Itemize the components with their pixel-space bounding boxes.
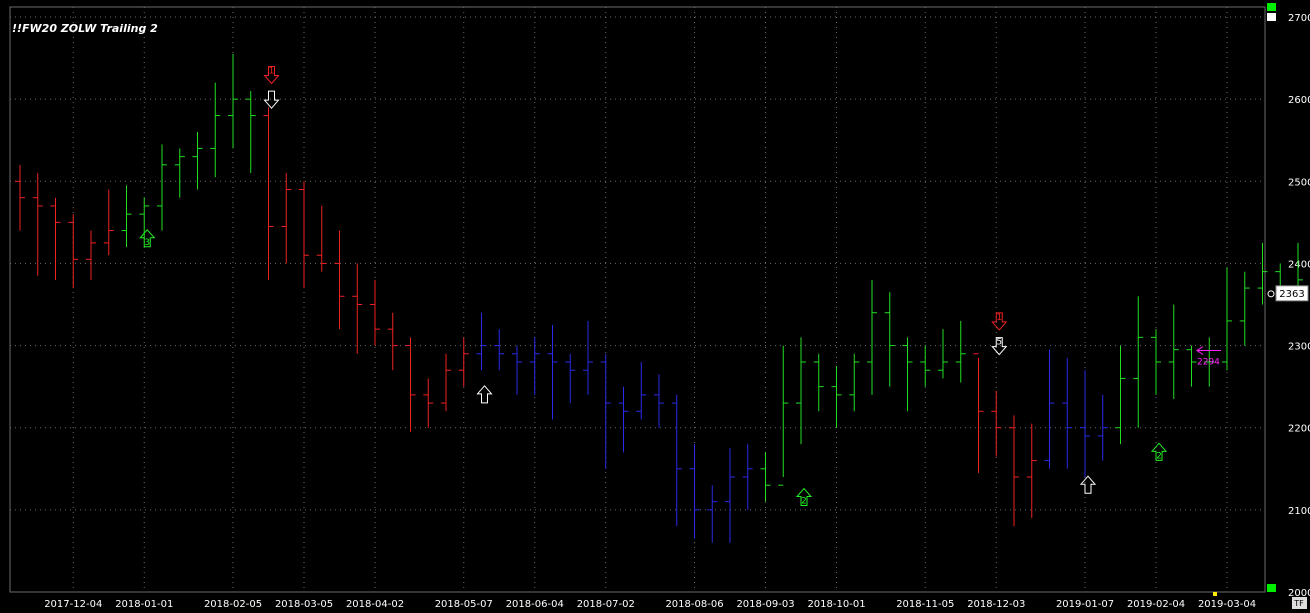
x-tick-label: 2018-12-03 <box>967 599 1025 610</box>
price-chart: 200021002200230024002500260027002017-12-… <box>9 3 1310 610</box>
signal-arrow-up <box>476 385 493 404</box>
signal-label: 3 <box>144 238 150 248</box>
trail-level-label: 2294 <box>1197 358 1220 368</box>
signal-label: 5 <box>996 338 1002 348</box>
signal-arrow-up <box>1079 475 1097 494</box>
chart-title: !!FW20 ZOLW Trailing 2 <box>12 22 158 35</box>
x-tick-label: 2018-01-01 <box>115 599 173 610</box>
signal-label: 1 <box>996 313 1002 323</box>
timeframe-label: TF <box>1293 599 1304 608</box>
current-bar-marker <box>1213 592 1217 596</box>
y-tick-label: 2200 <box>1288 424 1310 435</box>
x-tick-label: 2018-11-05 <box>896 599 954 610</box>
x-tick-label: 2018-10-01 <box>807 599 865 610</box>
x-tick-label: 2018-09-03 <box>736 599 794 610</box>
plot-frame <box>9 6 1266 593</box>
scroll-top-button[interactable] <box>1267 13 1276 21</box>
x-tick-label: 2017-12-04 <box>44 599 102 610</box>
x-tick-label: 2018-05-07 <box>435 599 493 610</box>
last-price-value: 2363 <box>1279 289 1304 300</box>
y-tick-label: 2700 <box>1288 13 1310 24</box>
signal-label: 2 <box>1156 451 1162 461</box>
x-tick-label: 2018-03-05 <box>275 599 333 610</box>
x-tick-label: 2018-02-05 <box>204 599 262 610</box>
signal-label: 1 <box>269 67 275 77</box>
x-tick-label: 2018-04-02 <box>346 599 404 610</box>
x-tick-label: 2018-07-02 <box>577 599 635 610</box>
signal-arrow-down <box>263 90 280 109</box>
last-price-marker <box>1267 290 1275 298</box>
x-tick-label: 2019-01-07 <box>1056 599 1114 610</box>
signal-label: 2 <box>801 497 807 507</box>
x-tick-label: 2018-06-04 <box>506 599 564 610</box>
x-tick-label: 2019-02-04 <box>1127 599 1185 610</box>
x-tick-label: 2019-03-04 <box>1198 599 1256 610</box>
y-tick-label: 2400 <box>1288 259 1310 270</box>
x-tick-label: 2018-08-06 <box>665 599 723 610</box>
y-tick-label: 2300 <box>1288 342 1310 353</box>
y-tick-label: 2500 <box>1288 177 1310 188</box>
scroll-bottom-handle[interactable] <box>1267 584 1276 592</box>
scroll-top-handle[interactable] <box>1267 3 1276 11</box>
y-tick-label: 2600 <box>1288 95 1310 106</box>
y-tick-label: 2100 <box>1288 506 1310 517</box>
